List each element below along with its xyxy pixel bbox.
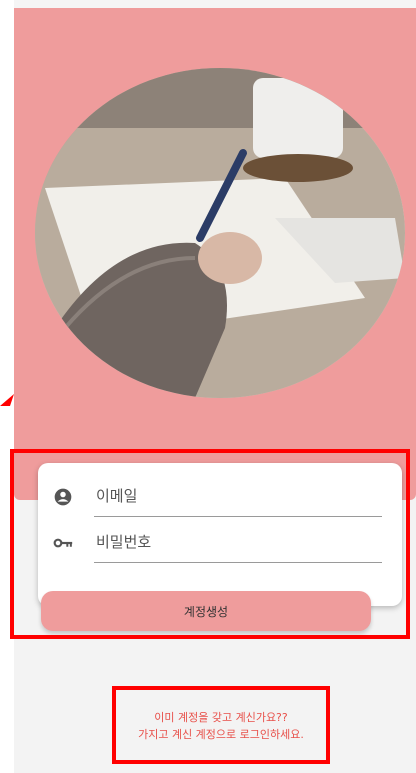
login-prompt-line1: 이미 계정을 갖고 계신가요?? — [154, 711, 288, 724]
annotation-box-form — [10, 449, 410, 639]
login-link[interactable]: 이미 계정을 갖고 계신가요?? 가지고 계신 계정으로 로그인하세요. — [118, 709, 324, 743]
login-prompt-line2: 가지고 계신 계정으로 로그인하세요. — [138, 728, 304, 741]
annotation-arrow-icon — [0, 394, 14, 406]
app-screen: 이메일 비밀번호 — [14, 0, 416, 773]
header-photo — [35, 68, 405, 398]
status-strip — [14, 0, 416, 8]
